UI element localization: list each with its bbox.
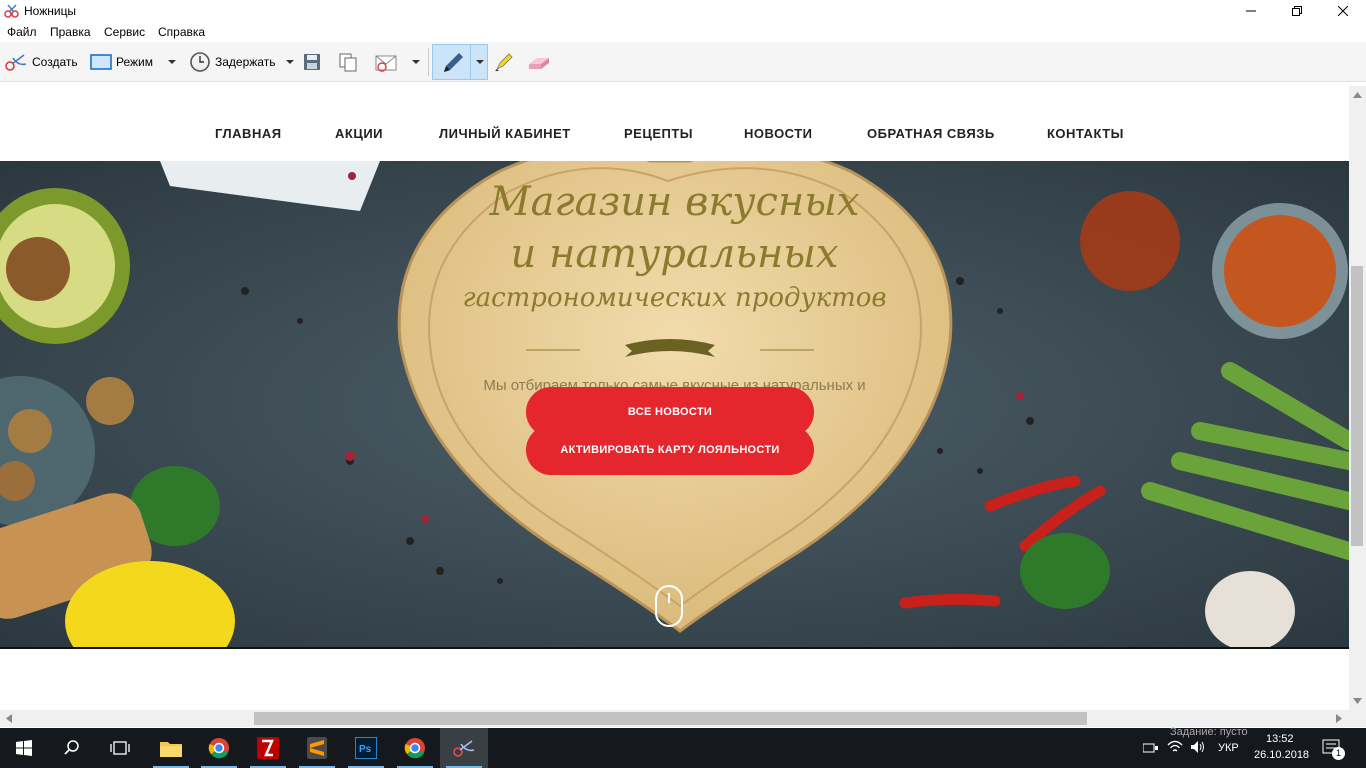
taskbar-snipping-tool[interactable] bbox=[440, 728, 488, 768]
nav-recipes[interactable]: РЕЦЕПТЫ bbox=[624, 126, 693, 141]
menu-help[interactable]: Справка bbox=[158, 25, 205, 39]
copy-button[interactable] bbox=[338, 50, 358, 74]
background-task-text: Задание: пусто bbox=[1170, 726, 1248, 738]
volume-icon[interactable] bbox=[1190, 740, 1206, 754]
svg-text:Ps: Ps bbox=[359, 744, 372, 755]
task-view-icon bbox=[110, 741, 130, 755]
taskbar-file-explorer[interactable] bbox=[147, 728, 195, 768]
sublime-icon bbox=[307, 737, 327, 759]
scroll-left-icon[interactable] bbox=[6, 714, 12, 723]
taskbar-chrome-2[interactable] bbox=[391, 728, 439, 768]
nav-feedback[interactable]: ОБРАТНАЯ СВЯЗЬ bbox=[867, 126, 995, 141]
taskbar: Ps Задание: пусто УКР 13:52 26.10.2018 1 bbox=[0, 726, 1366, 768]
chrome-icon bbox=[208, 738, 229, 759]
taskbar-sublime[interactable] bbox=[293, 728, 341, 768]
action-center-button[interactable]: 1 bbox=[1318, 736, 1348, 760]
windows-logo-icon bbox=[16, 740, 32, 756]
menu-file[interactable]: Файл bbox=[7, 25, 37, 39]
horizontal-scrollbar[interactable] bbox=[0, 710, 1366, 727]
restore-icon bbox=[1292, 6, 1302, 16]
hero-bottom-border bbox=[0, 647, 1349, 649]
search-icon bbox=[64, 740, 79, 755]
mode-button[interactable]: Режим bbox=[90, 50, 153, 74]
highlighter-icon bbox=[495, 53, 513, 71]
clock-icon bbox=[190, 52, 210, 72]
highlighter-button[interactable] bbox=[493, 50, 515, 74]
taskbar-filezilla[interactable] bbox=[244, 728, 292, 768]
hero-banner: Магазин вкусных и натуральных гастрономи… bbox=[0, 161, 1349, 647]
menu-bar: Файл Правка Сервис Справка bbox=[0, 22, 1366, 42]
pen-icon bbox=[444, 53, 463, 72]
close-icon bbox=[1338, 6, 1348, 16]
pen-dropdown-arrow[interactable] bbox=[476, 60, 484, 64]
pen-tool-button[interactable] bbox=[432, 44, 488, 80]
taskbar-chrome-1[interactable] bbox=[195, 728, 243, 768]
floppy-disk-icon bbox=[304, 54, 320, 70]
notification-count: 1 bbox=[1332, 747, 1345, 760]
mode-label: Режим bbox=[116, 55, 153, 69]
close-button[interactable] bbox=[1320, 0, 1366, 22]
task-view-button[interactable] bbox=[96, 728, 144, 768]
nav-promotions[interactable]: АКЦИИ bbox=[335, 126, 383, 141]
search-button[interactable] bbox=[48, 728, 96, 768]
vertical-scroll-thumb[interactable] bbox=[1351, 266, 1363, 546]
restore-button[interactable] bbox=[1274, 0, 1320, 22]
save-button[interactable] bbox=[303, 50, 321, 74]
eraser-button[interactable] bbox=[527, 50, 551, 74]
new-snip-button[interactable]: Создать bbox=[4, 50, 78, 74]
menu-tools[interactable]: Сервис bbox=[104, 25, 145, 39]
delay-label: Задержать bbox=[215, 55, 276, 69]
delay-button[interactable]: Задержать bbox=[189, 50, 275, 74]
eraser-icon bbox=[529, 58, 549, 69]
toolbar-separator bbox=[428, 48, 429, 76]
nav-news[interactable]: НОВОСТИ bbox=[744, 126, 813, 141]
snipping-tool-icon bbox=[453, 740, 475, 757]
mode-dropdown-arrow[interactable] bbox=[168, 60, 176, 64]
new-snip-label: Создать bbox=[32, 55, 78, 69]
hero-title-line-1: Магазин вкусных bbox=[489, 179, 860, 225]
envelope-icon bbox=[375, 55, 397, 72]
clock-time[interactable]: 13:52 bbox=[1266, 733, 1294, 745]
vertical-scrollbar[interactable] bbox=[1349, 86, 1366, 710]
minimize-button[interactable] bbox=[1228, 0, 1274, 22]
chrome-icon bbox=[404, 738, 425, 759]
window-title: Ножницы bbox=[24, 4, 77, 18]
nav-home[interactable]: ГЛАВНАЯ bbox=[215, 126, 282, 141]
file-explorer-icon bbox=[160, 742, 182, 757]
minimize-icon bbox=[1246, 10, 1256, 12]
nav-contacts[interactable]: КОНТАКТЫ bbox=[1047, 126, 1124, 141]
hero-title-line-2: и натуральных bbox=[510, 231, 839, 277]
horizontal-scroll-thumb[interactable] bbox=[254, 712, 1087, 725]
site-navigation: ГЛАВНАЯ АКЦИИ ЛИЧНЫЙ КАБИНЕТ РЕЦЕПТЫ НОВ… bbox=[0, 86, 1349, 161]
menu-edit[interactable]: Правка bbox=[50, 25, 91, 39]
filezilla-icon bbox=[257, 737, 279, 759]
delay-dropdown-arrow[interactable] bbox=[286, 60, 294, 64]
photoshop-icon: Ps bbox=[355, 737, 377, 759]
scroll-down-icon[interactable] bbox=[1353, 698, 1362, 704]
send-snip-button[interactable] bbox=[374, 50, 398, 74]
send-dropdown-arrow[interactable] bbox=[412, 60, 420, 64]
hero-title-line-3: гастрономических продуктов bbox=[462, 283, 887, 313]
wifi-icon[interactable] bbox=[1167, 740, 1183, 754]
activate-loyalty-card-button[interactable]: АКТИВИРОВАТЬ КАРТУ ЛОЯЛЬНОСТИ bbox=[526, 425, 814, 475]
copy-icon bbox=[339, 53, 357, 72]
new-snip-icon bbox=[5, 54, 27, 71]
captured-web-page: ГЛАВНАЯ АКЦИИ ЛИЧНЫЙ КАБИНЕТ РЕЦЕПТЫ НОВ… bbox=[0, 86, 1349, 710]
language-indicator[interactable]: УКР bbox=[1218, 742, 1239, 754]
scroll-right-icon[interactable] bbox=[1336, 714, 1342, 723]
nav-account[interactable]: ЛИЧНЫЙ КАБИНЕТ bbox=[439, 126, 571, 141]
rectangle-mode-icon bbox=[90, 54, 112, 70]
network-icon[interactable] bbox=[1143, 742, 1159, 754]
start-button[interactable] bbox=[0, 728, 48, 768]
scroll-up-icon[interactable] bbox=[1353, 92, 1362, 98]
taskbar-photoshop[interactable]: Ps bbox=[342, 728, 390, 768]
clock-date[interactable]: 26.10.2018 bbox=[1254, 749, 1309, 761]
title-bar: Ножницы bbox=[0, 0, 1366, 22]
scissors-icon bbox=[4, 4, 19, 18]
